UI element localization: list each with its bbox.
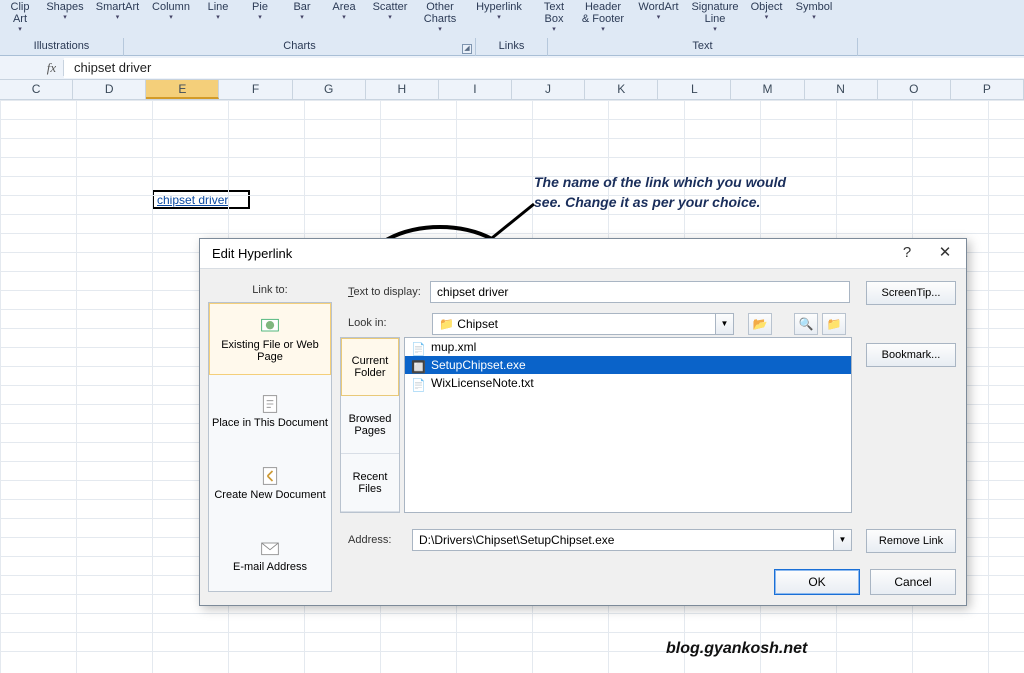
folder-icon: 📁 [439, 317, 454, 331]
group-links: Links [476, 38, 548, 56]
ok-button[interactable]: OK [774, 569, 860, 595]
ribbon-line-button[interactable]: Line▾ [197, 0, 239, 38]
file-icon: 📄 [411, 340, 425, 354]
look-in-label: Look in: [348, 317, 387, 329]
look-in-dropdown[interactable]: 📁 Chipset [432, 313, 716, 335]
file-icon: 📄 [411, 376, 425, 390]
linkto-create-new-document[interactable]: Create New Document [209, 447, 331, 519]
fx-icon[interactable]: fx [40, 60, 64, 76]
dialog-title: Edit Hyperlink [200, 239, 966, 269]
ribbon-headerfooter-button[interactable]: Header& Footer▾ [575, 0, 631, 38]
open-folder-icon: 📁 [827, 317, 842, 331]
formula-bar: fx chipset driver [0, 56, 1024, 80]
column-header-O[interactable]: O [878, 80, 951, 99]
linkto-existing-file-or-web-page[interactable]: Existing File or Web Page [209, 303, 331, 375]
column-header-E[interactable]: E [146, 80, 219, 99]
cancel-button[interactable]: Cancel [870, 569, 956, 595]
column-header-K[interactable]: K [585, 80, 658, 99]
group-charts: Charts◢ [124, 38, 476, 56]
annotation-display-text: The name of the link which you would see… [534, 172, 794, 212]
ribbon-object-button[interactable]: Object▾ [744, 0, 789, 38]
group-text: Text [548, 38, 858, 56]
hyperlink-cell[interactable]: chipset driver [152, 190, 250, 209]
file-row[interactable]: 📄WixLicenseNote.txt [405, 374, 851, 392]
ribbon: ClipArt▾Shapes▾SmartArt▾Column▾Line▾Pie▾… [0, 0, 1024, 56]
ribbon-othercharts-button[interactable]: OtherCharts▾ [415, 0, 465, 38]
browse-file-button[interactable]: 📁 [822, 313, 846, 335]
column-header-I[interactable]: I [439, 80, 512, 99]
dialog-close-button[interactable]: ✕ [926, 239, 964, 267]
linkto-icon [260, 538, 280, 558]
file-list[interactable]: 📄mup.xml🔲SetupChipset.exe📄WixLicenseNote… [404, 337, 852, 513]
ribbon-smartart-button[interactable]: SmartArt▾ [90, 0, 145, 38]
column-header-L[interactable]: L [658, 80, 731, 99]
bookmark-button[interactable]: Bookmark... [866, 343, 956, 367]
ribbon-hyperlink-button[interactable]: Hyperlink▾ [465, 0, 533, 38]
column-header-J[interactable]: J [512, 80, 585, 99]
globe-search-icon: 🔍 [799, 317, 814, 331]
text-to-display-label: Text to display: [348, 286, 421, 298]
dialog-help-button[interactable]: ? [888, 239, 926, 267]
folder-up-icon: 📂 [753, 317, 768, 331]
ribbon-clipart-button[interactable]: ClipArt▾ [0, 0, 40, 38]
file-icon: 🔲 [411, 358, 425, 372]
address-label: Address: [348, 534, 391, 546]
browse-tabs: Current FolderBrowsed PagesRecent Files [340, 337, 400, 513]
ribbon-scatter-button[interactable]: Scatter▾ [365, 0, 415, 38]
up-one-level-button[interactable]: 📂 [748, 313, 772, 335]
link-to-label: Link to: [210, 284, 330, 296]
file-row[interactable]: 📄mup.xml [405, 338, 851, 356]
screentip-button[interactable]: ScreenTip... [866, 281, 956, 305]
file-row[interactable]: 🔲SetupChipset.exe [405, 356, 851, 374]
edit-hyperlink-dialog: Edit Hyperlink ? ✕ Link to: Existing Fil… [199, 238, 967, 606]
ribbon-wordart-button[interactable]: WordArt▾ [631, 0, 686, 38]
ribbon-textbox-button[interactable]: TextBox▾ [533, 0, 575, 38]
text-to-display-input[interactable]: chipset driver [430, 281, 850, 303]
column-header-P[interactable]: P [951, 80, 1024, 99]
column-header-C[interactable]: C [0, 80, 73, 99]
linkto-icon [260, 316, 280, 336]
ribbon-bar-button[interactable]: Bar▾ [281, 0, 323, 38]
ribbon-shapes-button[interactable]: Shapes▾ [40, 0, 90, 38]
column-header-D[interactable]: D [73, 80, 146, 99]
column-header-F[interactable]: F [219, 80, 292, 99]
linkto-place-in-this-document[interactable]: Place in This Document [209, 375, 331, 447]
ribbon-column-button[interactable]: Column▾ [145, 0, 197, 38]
formula-input[interactable]: chipset driver [64, 58, 1024, 78]
column-header-N[interactable]: N [805, 80, 878, 99]
look-in-dropdown-button[interactable]: ▼ [716, 313, 734, 335]
watermark: blog.gyankosh.net [666, 640, 807, 658]
ribbon-pie-button[interactable]: Pie▾ [239, 0, 281, 38]
linkto-icon [260, 466, 280, 486]
column-header-H[interactable]: H [366, 80, 439, 99]
ribbon-signatureline-button[interactable]: SignatureLine▾ [686, 0, 744, 38]
link-to-bar: Existing File or Web PagePlace in This D… [208, 302, 332, 592]
group-illustrations: Illustrations [0, 38, 124, 56]
linkto-icon [260, 394, 280, 414]
browse-web-button[interactable]: 🔍 [794, 313, 818, 335]
address-dropdown-button[interactable]: ▼ [834, 529, 852, 551]
remove-link-button[interactable]: Remove Link [866, 529, 956, 553]
address-input[interactable]: D:\Drivers\Chipset\SetupChipset.exe [412, 529, 834, 551]
browse-tab-recent-files[interactable]: Recent Files [341, 454, 399, 512]
ribbon-area-button[interactable]: Area▾ [323, 0, 365, 38]
linkto-e-mail-address[interactable]: E-mail Address [209, 519, 331, 591]
browse-tab-current-folder[interactable]: Current Folder [341, 338, 399, 396]
browse-tab-browsed-pages[interactable]: Browsed Pages [341, 396, 399, 454]
ribbon-symbol-button[interactable]: Symbol▾ [789, 0, 839, 38]
column-header-G[interactable]: G [293, 80, 366, 99]
column-header-M[interactable]: M [731, 80, 804, 99]
